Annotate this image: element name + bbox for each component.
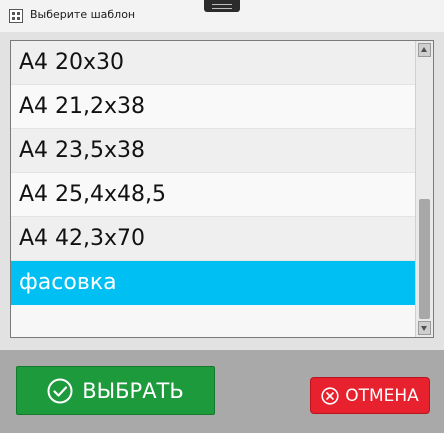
select-button-label: ВЫБРАТЬ: [82, 378, 184, 403]
scroll-down-arrow-icon[interactable]: [418, 321, 431, 335]
drag-grip-handle[interactable]: [204, 0, 240, 12]
list-item[interactable]: А4 25,4х48,5: [11, 173, 415, 217]
scroll-up-arrow-icon[interactable]: [418, 43, 431, 57]
button-bar: ВЫБРАТЬ ОТМЕНА: [0, 350, 444, 433]
check-circle-icon: [47, 378, 73, 404]
vertical-scrollbar[interactable]: [415, 41, 433, 337]
template-list[interactable]: А4 20х30 А4 21,2х38 А4 23,5х38 А4 25,4х4…: [10, 40, 434, 338]
cancel-button-label: ОТМЕНА: [345, 385, 419, 406]
list-item[interactable]: А4 42,3х70: [11, 217, 415, 261]
title-bar[interactable]: Выберите шаблон: [0, 0, 444, 32]
cancel-button[interactable]: ОТМЕНА: [310, 377, 430, 414]
scrollbar-thumb[interactable]: [419, 199, 430, 319]
select-button[interactable]: ВЫБРАТЬ: [16, 366, 215, 415]
window-title: Выберите шаблон: [30, 8, 136, 21]
list-item[interactable]: А4 20х30: [11, 41, 415, 85]
template-list-items: А4 20х30 А4 21,2х38 А4 23,5х38 А4 25,4х4…: [11, 41, 415, 305]
list-item[interactable]: А4 21,2х38: [11, 85, 415, 129]
x-circle-icon: [321, 386, 339, 405]
list-item[interactable]: А4 23,5х38: [11, 129, 415, 173]
list-item-selected[interactable]: фасовка: [11, 261, 415, 305]
grid-app-icon: [9, 8, 23, 23]
